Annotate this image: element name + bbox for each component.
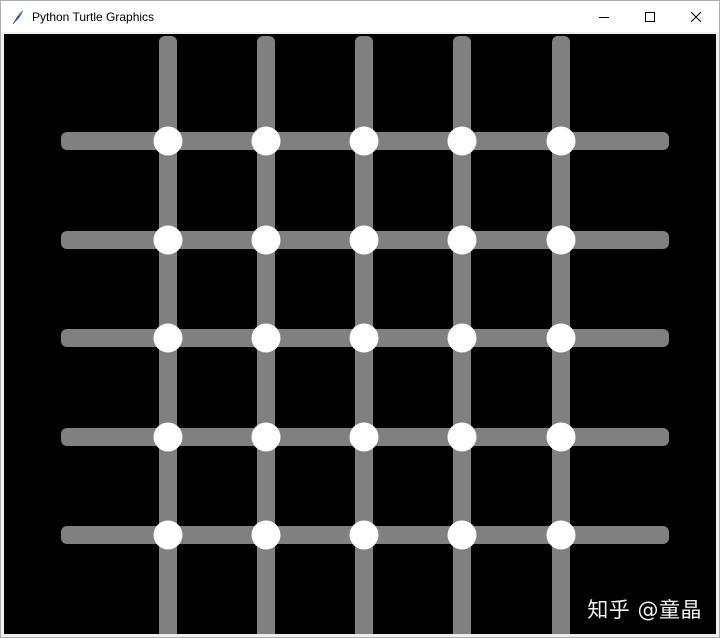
intersection-dot-r2-c3 <box>349 225 379 255</box>
intersection-dot-r5-c2 <box>251 520 281 550</box>
intersection-dot-r1-c1 <box>153 126 183 156</box>
minimize-button[interactable] <box>581 1 627 32</box>
window-controls <box>581 1 719 32</box>
intersection-dot-r4-c5 <box>546 422 576 452</box>
intersection-dot-r4-c3 <box>349 422 379 452</box>
intersection-dot-r3-c5 <box>546 323 576 353</box>
intersection-dot-r4-c4 <box>447 422 477 452</box>
maximize-icon <box>645 11 655 22</box>
intersection-dot-r1-c4 <box>447 126 477 156</box>
intersection-dot-r5-c1 <box>153 520 183 550</box>
intersection-dot-r3-c4 <box>447 323 477 353</box>
turtle-canvas[interactable]: 知乎 @童晶 <box>4 34 716 634</box>
window-title: Python Turtle Graphics <box>32 9 155 24</box>
title-bar[interactable]: Python Turtle Graphics <box>1 1 719 32</box>
intersection-dot-r1-c5 <box>546 126 576 156</box>
turtle-window: Python Turtle Graphics 知乎 @童晶 <box>0 0 720 638</box>
intersection-dot-r4-c2 <box>251 422 281 452</box>
intersection-dot-r3-c1 <box>153 323 183 353</box>
maximize-button[interactable] <box>627 1 673 32</box>
intersection-dot-r2-c5 <box>546 225 576 255</box>
intersection-dot-r3-c3 <box>349 323 379 353</box>
intersection-dot-r1-c2 <box>251 126 281 156</box>
close-icon <box>691 11 701 22</box>
intersection-dot-r5-c3 <box>349 520 379 550</box>
intersection-dot-r4-c1 <box>153 422 183 452</box>
intersection-dot-r5-c5 <box>546 520 576 550</box>
intersection-dot-r2-c4 <box>447 225 477 255</box>
grid-illusion <box>4 34 716 634</box>
intersection-dot-r2-c2 <box>251 225 281 255</box>
intersection-dot-r5-c4 <box>447 520 477 550</box>
intersection-dot-r3-c2 <box>251 323 281 353</box>
close-button[interactable] <box>673 1 719 32</box>
intersection-dot-r1-c3 <box>349 126 379 156</box>
feather-icon <box>10 9 26 25</box>
watermark-text: 知乎 @童晶 <box>587 598 702 622</box>
intersection-dot-r2-c1 <box>153 225 183 255</box>
minimize-icon <box>599 16 609 18</box>
